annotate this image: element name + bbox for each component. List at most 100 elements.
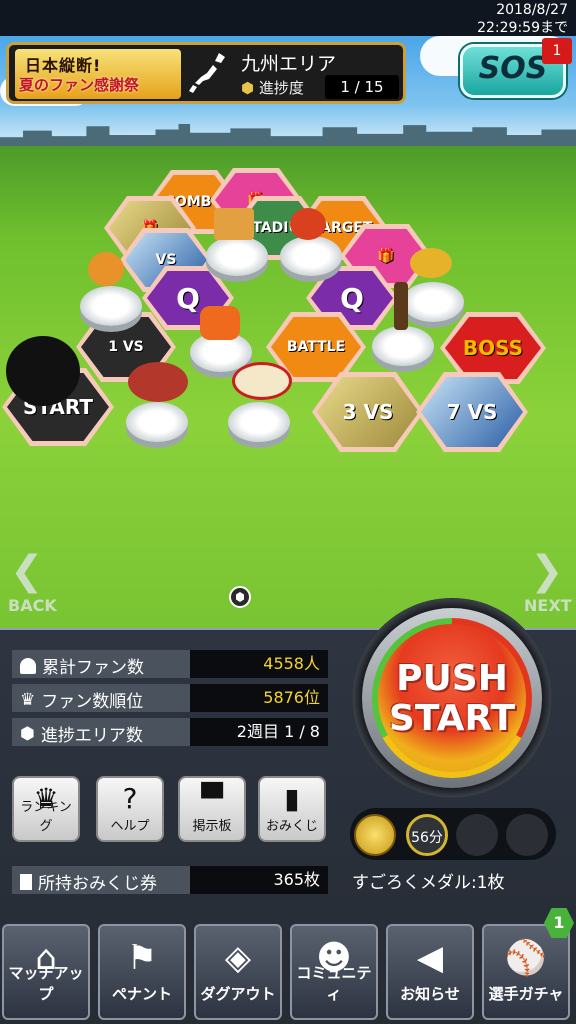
medal-timer: 56分	[406, 814, 448, 856]
tile-vs-text: VS	[363, 400, 394, 424]
ramen-icon	[232, 362, 292, 400]
tab-label: ペナント	[111, 985, 172, 1003]
orange-icon	[88, 252, 124, 286]
pedestal	[402, 282, 464, 322]
tile-label: 1 VS	[108, 339, 144, 355]
board-button[interactable]: ▀ 掲示板	[178, 776, 246, 842]
stat-value: 2週目 1 / 8	[190, 718, 328, 746]
tab-pennant[interactable]: ⚑ ペナント	[98, 924, 186, 1020]
help-button[interactable]: ? ヘルプ	[96, 776, 164, 842]
pedestal	[372, 326, 434, 366]
stat-progress-areas: ⬢ 進捗エリア数 2週目 1 / 8	[12, 718, 328, 746]
button-label: 掲示板	[192, 819, 232, 834]
tile-vs-text: VS	[467, 400, 498, 424]
stat-omikuji-tickets: 所持おみくじ券 365枚	[12, 866, 328, 894]
tab-community[interactable]: ☻ コミュニティ	[290, 924, 378, 1020]
stat-label: ファン数順位	[41, 692, 144, 712]
pedestal	[206, 236, 268, 276]
progress-value: 1 / 15	[325, 75, 399, 99]
ticket-icon	[20, 873, 32, 890]
button-label: ヘルプ	[110, 819, 150, 834]
baseball-medal-icon	[354, 814, 396, 856]
dish-icon	[410, 248, 452, 278]
tile-label: BATTLE	[286, 339, 346, 355]
japan-map-icon	[189, 53, 225, 93]
event-deadline: 22:29:59まで	[477, 20, 568, 36]
tab-dugout[interactable]: ◈ ダグアウト	[194, 924, 282, 1020]
progress-label-text: 進捗度	[258, 79, 304, 97]
meat-dish-icon	[128, 362, 188, 402]
megaphone-icon: ◀	[416, 938, 444, 978]
tile-label: BOSS	[462, 336, 524, 360]
stat-label: 所持おみくじ券	[38, 874, 157, 894]
event-logo: 日本縦断! 夏のファン感謝祭	[15, 49, 181, 99]
player-character	[6, 336, 80, 406]
sweet-potato-icon	[200, 306, 240, 340]
tile-number: 3	[342, 400, 357, 424]
castella-icon	[214, 208, 254, 240]
tile-vs[interactable]: 3 VS	[312, 372, 424, 452]
pennant-icon: ⚑	[126, 938, 158, 978]
tab-gacha[interactable]: ⚾ 選手ガチャ	[482, 924, 570, 1020]
board-scene: 日本縦断! 夏のファン感謝祭 九州エリア ⬢ 進捗度 1 / 15 SOS 1 …	[0, 36, 576, 628]
dugout-icon: ◈	[224, 938, 252, 978]
tab-label: お知らせ	[400, 985, 460, 1003]
tab-label: 選手ガチャ	[488, 985, 564, 1003]
omikuji-icon: ▮	[284, 782, 300, 815]
omikuji-button[interactable]: ▮ おみくじ	[258, 776, 326, 842]
event-date: 2018/8/27	[496, 2, 568, 18]
ranking-button[interactable]: ♛ ランキング	[12, 776, 80, 842]
hex-icon: ⬢	[241, 79, 255, 97]
next-arrow-icon[interactable]: ❯	[530, 548, 564, 594]
stat-total-fans: 累計ファン数 4558人	[12, 650, 328, 678]
stat-label: 累計ファン数	[42, 658, 144, 678]
tile-label: Q	[176, 281, 200, 315]
medal-count: すごろくメダル:1枚	[352, 873, 505, 893]
bottle-icon	[394, 282, 408, 330]
board-icon: ▀	[201, 782, 223, 815]
back-arrow-icon[interactable]: ❮	[10, 548, 44, 594]
event-banner[interactable]: 日本縦断! 夏のファン感謝祭 九州エリア ⬢ 進捗度 1 / 15	[6, 42, 406, 104]
page-indicator	[229, 586, 251, 608]
tab-label: ダグアウト	[200, 985, 276, 1003]
event-title-line2: 夏のファン感謝祭	[19, 76, 140, 94]
push-start-button[interactable]: PUSH START	[352, 598, 552, 798]
progress-label: ⬢ 進捗度	[241, 77, 304, 98]
stat-value: 365枚	[190, 866, 328, 894]
city-skyline	[0, 124, 576, 146]
stat-fan-rank: ♛ ファン数順位 5876位	[12, 684, 328, 712]
next-label[interactable]: NEXT	[524, 596, 572, 615]
question-icon: ?	[122, 782, 138, 815]
gift-icon: 🎁	[377, 248, 395, 264]
button-label: おみくじ	[265, 819, 318, 834]
person-icon	[20, 657, 36, 674]
stat-value: 4558人	[190, 650, 328, 678]
gacha-player-icon: ⚾	[504, 938, 548, 978]
stat-label: 進捗エリア数	[40, 726, 143, 746]
tile-number: 1	[108, 339, 118, 355]
button-label: ランキング	[20, 800, 72, 834]
event-title-line1: 日本縦断!	[25, 56, 102, 75]
pedestal	[228, 402, 290, 442]
tab-label: コミュニティ	[296, 964, 372, 1003]
push-label-line1: PUSH	[396, 658, 508, 699]
app-root: 2018/8/27 22:29:59まで 日本縦断! 夏のファン感謝祭 九州エリ…	[0, 0, 576, 1024]
tab-matchup[interactable]: ⌂ マッチアップ	[2, 924, 90, 1020]
push-label-line2: START	[388, 698, 516, 739]
hex-icon: ⬢	[20, 723, 35, 744]
tile-number: 7	[446, 400, 461, 424]
pedestal	[126, 402, 188, 442]
empty-medal-slot	[506, 814, 548, 856]
empty-medal-slot	[456, 814, 498, 856]
pedestal	[280, 236, 342, 276]
tile-label: 7 VS	[447, 400, 498, 424]
tab-news[interactable]: ◀ お知らせ	[386, 924, 474, 1020]
stat-value: 5876位	[190, 684, 328, 712]
medal-bar: 56分	[350, 808, 556, 860]
pedestal	[80, 286, 142, 326]
tile-label: Q	[340, 281, 364, 315]
crown-icon: ♛	[20, 689, 36, 710]
tile-vs[interactable]: 7 VS	[416, 372, 528, 452]
back-label[interactable]: BACK	[8, 596, 57, 615]
fruit-icon	[290, 208, 326, 240]
